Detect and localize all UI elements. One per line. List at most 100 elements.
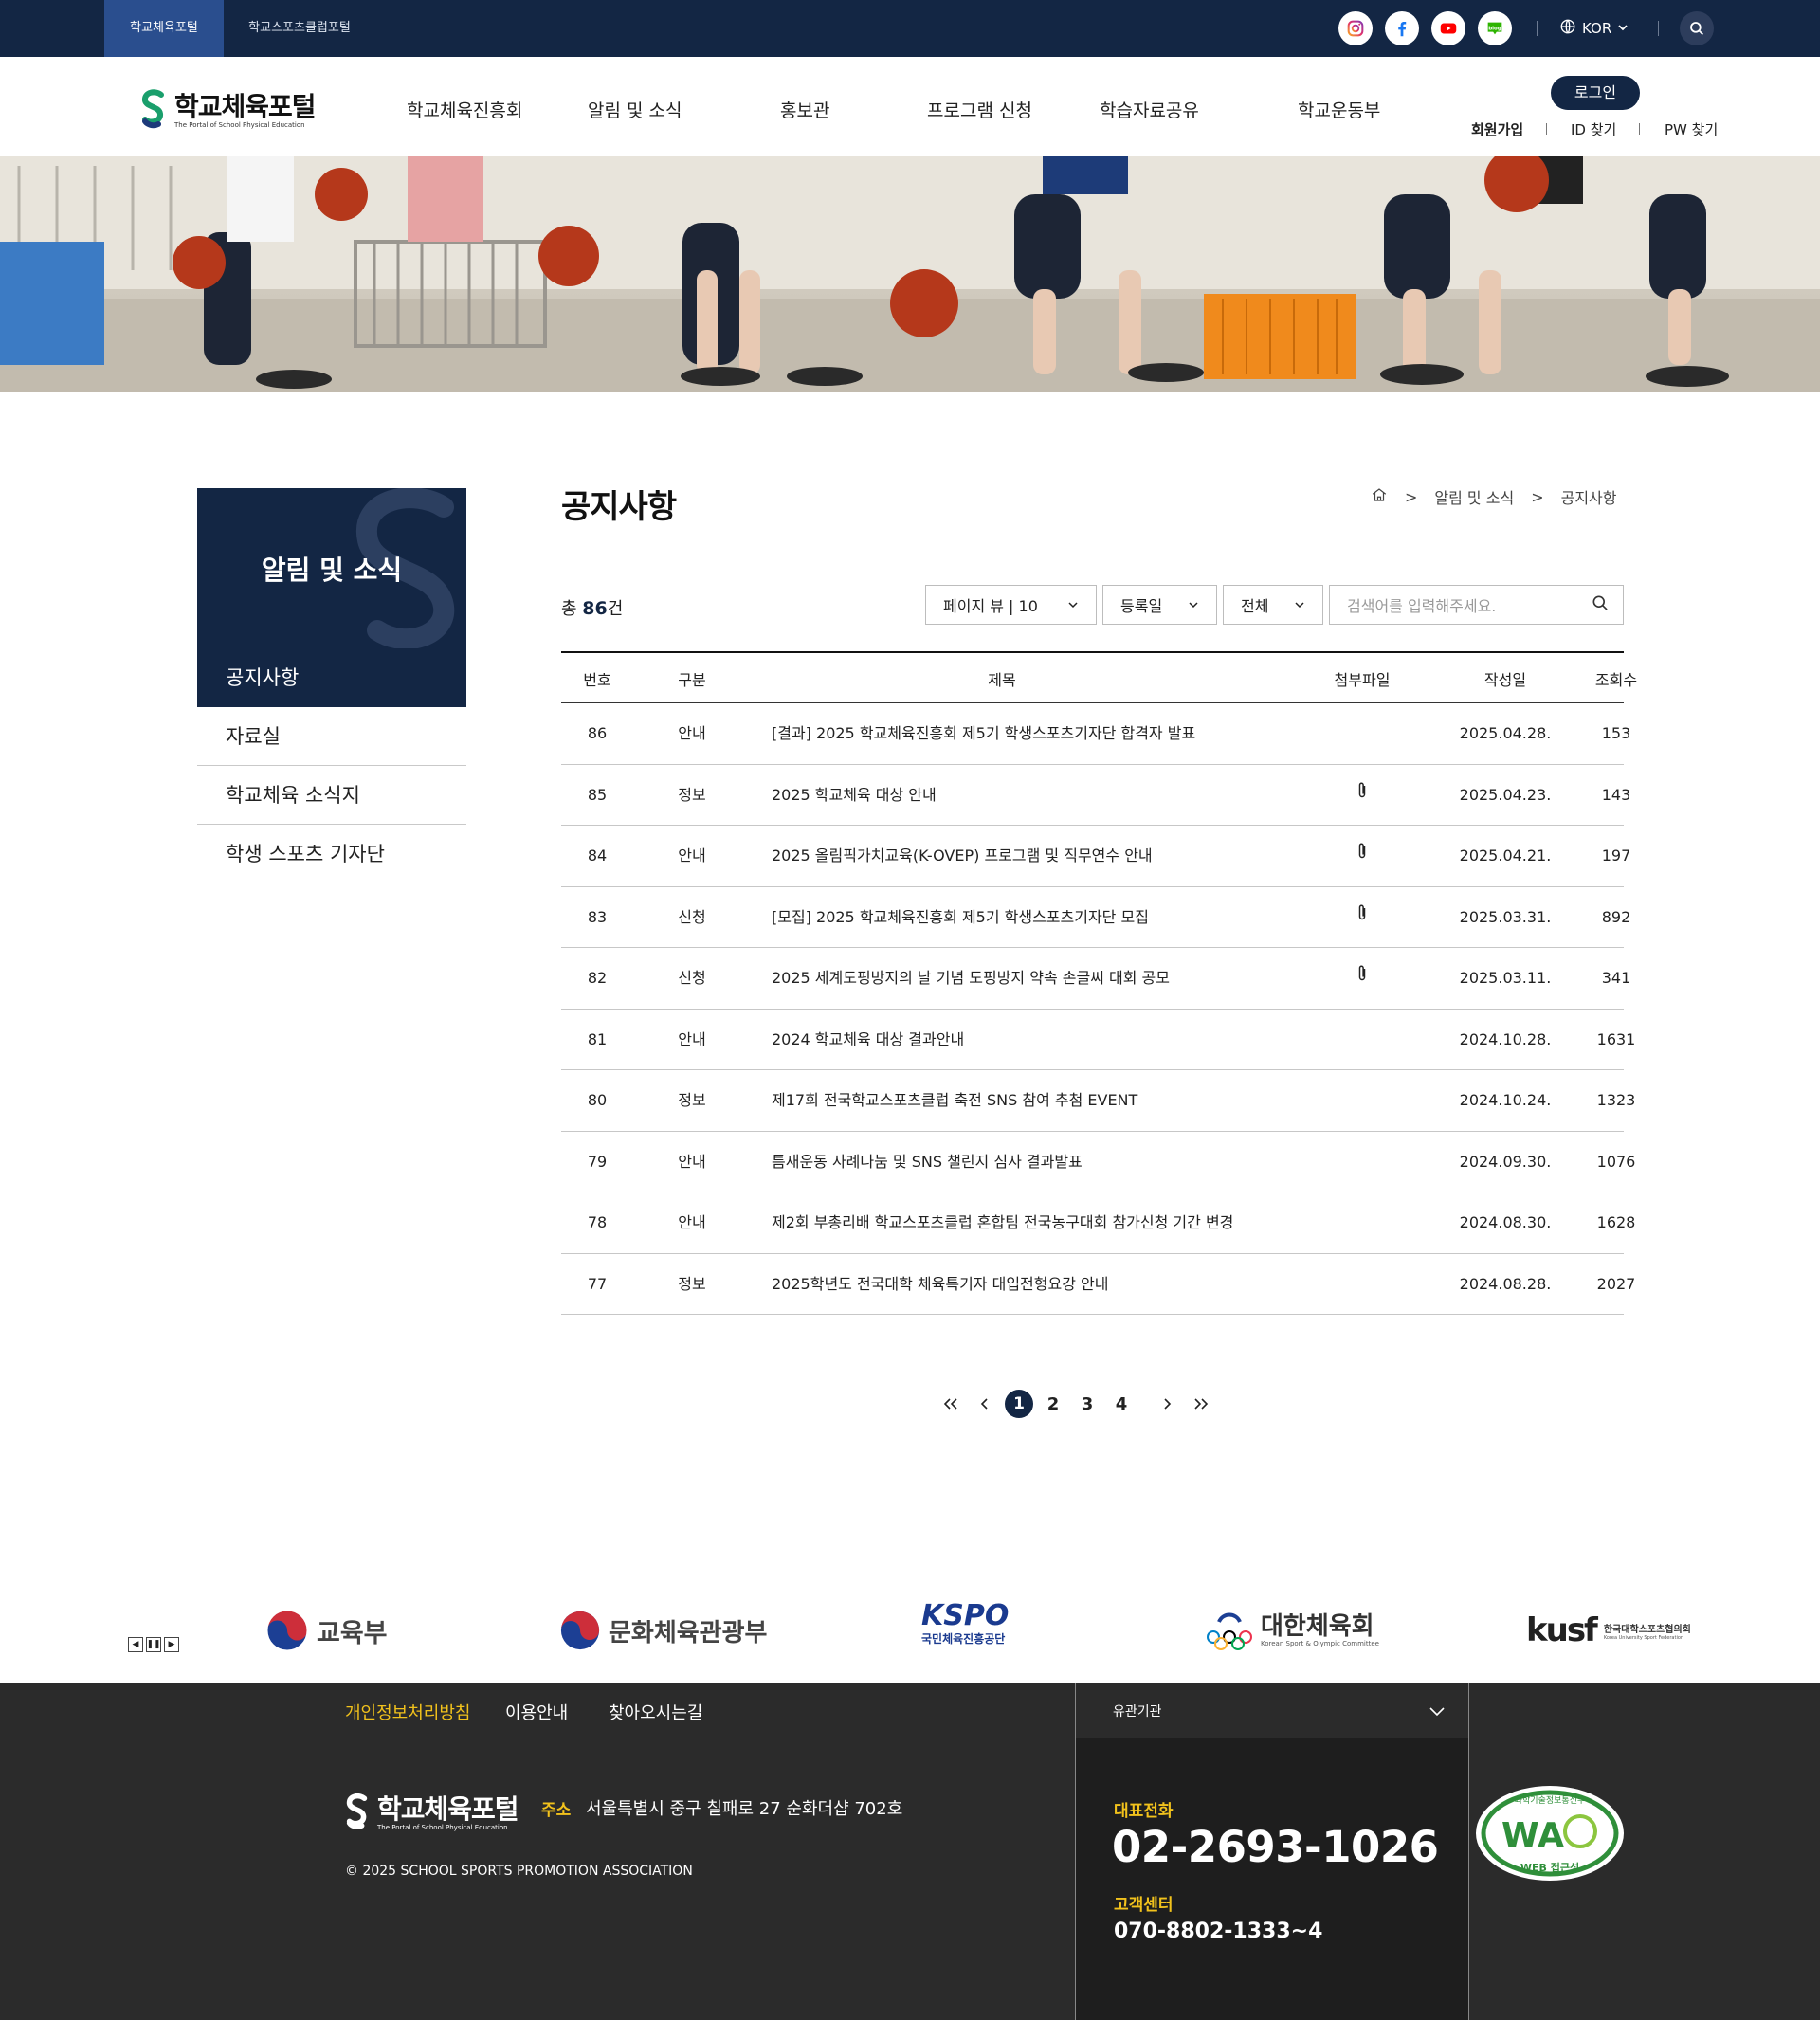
facebook-icon[interactable] [1385,11,1419,45]
partner-mcst[interactable]: 문화체육관광부 [559,1602,767,1659]
partner-kspo-label: 국민체육진흥공단 [921,1632,1006,1646]
first-page-icon[interactable] [934,1389,968,1419]
column-header-title: 제목 [988,671,1016,689]
find-id-link[interactable]: ID 찾기 [1571,119,1616,139]
row-title[interactable]: 2025학년도 전국대학 체육특기자 대입전형요강 안내 [772,1254,1302,1315]
row-views: 1323 [1596,1091,1636,1109]
logo-subtitle: The Portal of School Physical Education [174,121,305,129]
table-row[interactable]: 78 안내 제2회 부총리배 학교스포츠클럽 혼합팀 전국농구대회 참가신청 기간 … [561,1192,1635,1254]
page-view-value: 페이지 뷰 | 10 [943,597,1038,615]
attachment-icon[interactable] [1301,887,1424,948]
table-row[interactable]: 82 신청 2025 세계도핑방지의 날 기념 도핑방지 약속 손글씨 대회 공모 2… [561,948,1630,1010]
banner-next-icon[interactable]: ▶ [164,1637,179,1652]
gnb-item-news[interactable]: 알림 및 소식 [588,97,682,122]
table-row[interactable]: 77 정보 2025학년도 전국대학 체육특기자 대입전형요강 안내 2024.08.… [561,1254,1635,1315]
partner-ksoc-label: 대한체육회 [1261,1612,1374,1641]
attachment-icon[interactable] [1301,765,1424,826]
row-views: 153 [1601,724,1631,742]
portal-tab-club[interactable]: 학교스포츠클럽포털 [224,0,375,57]
row-title[interactable]: 2025 올림픽가치교육(K-OVEP) 프로그램 및 직무연수 안내 [772,826,1302,886]
page-2[interactable]: 2 [1036,1389,1070,1419]
next-page-icon[interactable] [1150,1389,1184,1419]
family-site-label: 유관기관 [1113,1704,1162,1720]
search-input[interactable]: 검색어를 입력해주세요. [1329,585,1624,625]
side-menu-title: 알림 및 소식 [261,555,403,586]
page-3[interactable]: 3 [1070,1389,1104,1419]
total-prefix: 총 [561,599,577,619]
breadcrumb-item[interactable]: 알림 및 소식 [1434,485,1514,508]
topbar-divider [1658,21,1659,36]
login-button[interactable]: 로그인 [1551,76,1640,110]
search-icon[interactable] [1680,11,1714,45]
gnb-item-program[interactable]: 프로그램 신청 [927,97,1032,122]
category-select[interactable]: 전체 [1223,585,1323,625]
gnb-item-association[interactable]: 학교체육진흥회 [407,97,522,122]
row-number: 79 [587,1152,608,1171]
last-page-icon[interactable] [1184,1389,1218,1419]
row-title[interactable]: 제17회 전국학교스포츠클럽 축전 SNS 참여 추첨 EVENT [772,1070,1302,1131]
row-title[interactable]: [결과] 2025 학교체육진흥회 제5기 학생스포츠기자단 합격자 발표 [772,703,1302,764]
table-row[interactable]: 81 안내 2024 학교체육 대상 결과안내 2024.10.28. 1631 [561,1010,1635,1070]
row-title[interactable]: 2025 세계도핑방지의 날 기념 도핑방지 약속 손글씨 대회 공모 [772,948,1302,1009]
row-category: 안내 [678,724,706,742]
row-title[interactable]: 2025 학교체육 대상 안내 [772,765,1302,826]
partner-kusf[interactable]: kusf 한국대학스포츠협의회 Korea University Sport F… [1526,1602,1691,1659]
side-item-archive[interactable]: 자료실 [197,707,466,766]
row-views: 143 [1601,785,1631,804]
row-attachment [1301,1254,1424,1315]
chevron-down-icon [1294,596,1305,614]
footer-contact-panel [1075,1738,1469,2020]
page-4[interactable]: 4 [1104,1389,1138,1419]
partner-ksoc[interactable]: 대한체육회 Korean Sport & Olympic Committee [1206,1602,1379,1659]
youtube-icon[interactable] [1431,11,1465,45]
util-divider [1546,123,1547,135]
row-date: 2024.10.28. [1459,1029,1552,1048]
row-title[interactable]: [모집] 2025 학교체육진흥회 제5기 학생스포츠기자단 모집 [772,887,1302,948]
table-row[interactable]: 86 안내 [결과] 2025 학교체육진흥회 제5기 학생스포츠기자단 합격자 발… [561,703,1630,765]
gnb-item-resources[interactable]: 학습자료공유 [1100,97,1199,122]
home-icon[interactable] [1371,486,1388,507]
table-top-border [561,651,1624,653]
portal-tab-school[interactable]: 학교체육포털 [104,0,224,57]
table-row[interactable]: 79 안내 틈새운동 사례나눔 및 SNS 챌린지 심사 결과발표 2024.09.3… [561,1132,1635,1192]
gnb-item-sports-team[interactable]: 학교운동부 [1298,97,1380,122]
footer-logo-title: 학교체육포털 [377,1793,519,1825]
table-row[interactable]: 83 신청 [모집] 2025 학교체육진흥회 제5기 학생스포츠기자단 모집 202… [561,887,1630,948]
row-title[interactable]: 2024 학교체육 대상 결과안내 [772,1010,1302,1070]
footer-link-directions[interactable]: 찾아오시는길 [609,1700,702,1724]
row-date: 2024.08.28. [1459,1274,1552,1293]
signup-link[interactable]: 회원가입 [1471,119,1523,139]
banner-pause-icon[interactable]: ❚❚ [146,1637,161,1652]
attachment-icon[interactable] [1301,826,1424,886]
language-label: KOR [1582,20,1612,37]
instagram-icon[interactable] [1338,11,1373,45]
gnb-item-promotion[interactable]: 홍보관 [780,97,829,122]
footer-link-guide[interactable]: 이용안내 [505,1700,568,1724]
row-title[interactable]: 틈새운동 사례나눔 및 SNS 챌린지 심사 결과발표 [772,1132,1302,1192]
search-icon[interactable] [1591,593,1610,616]
prev-page-icon[interactable] [968,1389,1002,1419]
topbar-divider [1537,21,1538,36]
table-row[interactable]: 84 안내 2025 올림픽가치교육(K-OVEP) 프로그램 및 직무연수 안내 2… [561,826,1630,887]
table-row[interactable]: 80 정보 제17회 전국학교스포츠클럽 축전 SNS 참여 추첨 EVENT 202… [561,1070,1635,1132]
site-logo[interactable]: 학교체육포털 The Portal of School Physical Edu… [140,89,317,133]
page-view-select[interactable]: 페이지 뷰 | 10 [925,585,1097,625]
attachment-icon[interactable] [1301,948,1424,1009]
logo-title: 학교체육포털 [174,91,317,122]
side-item-newsletter[interactable]: 학교체육 소식지 [197,766,466,825]
column-header-no: 번호 [583,671,611,689]
partner-moe[interactable]: 교육부 [265,1602,388,1659]
side-item-reporters[interactable]: 학생 스포츠 기자단 [197,825,466,883]
sort-select[interactable]: 등록일 [1102,585,1217,625]
blog-icon[interactable]: blog [1478,11,1512,45]
side-item-notice[interactable]: 공지사항 [197,648,466,707]
customer-center-label: 고객센터 [1114,1896,1174,1915]
language-selector[interactable]: KOR [1559,17,1629,40]
table-row[interactable]: 85 정보 2025 학교체육 대상 안내 2025.04.23. 143 [561,765,1630,826]
row-title[interactable]: 제2회 부총리배 학교스포츠클럽 혼합팀 전국농구대회 참가신청 기간 변경 [772,1192,1302,1253]
partner-kspo[interactable]: KSPO 국민체육진흥공단 [921,1602,1009,1659]
banner-prev-icon[interactable]: ◀ [128,1637,143,1652]
page-1[interactable]: 1 [1005,1390,1033,1418]
find-pw-link[interactable]: PW 찾기 [1665,119,1718,139]
footer-link-privacy[interactable]: 개인정보처리방침 [345,1700,470,1724]
